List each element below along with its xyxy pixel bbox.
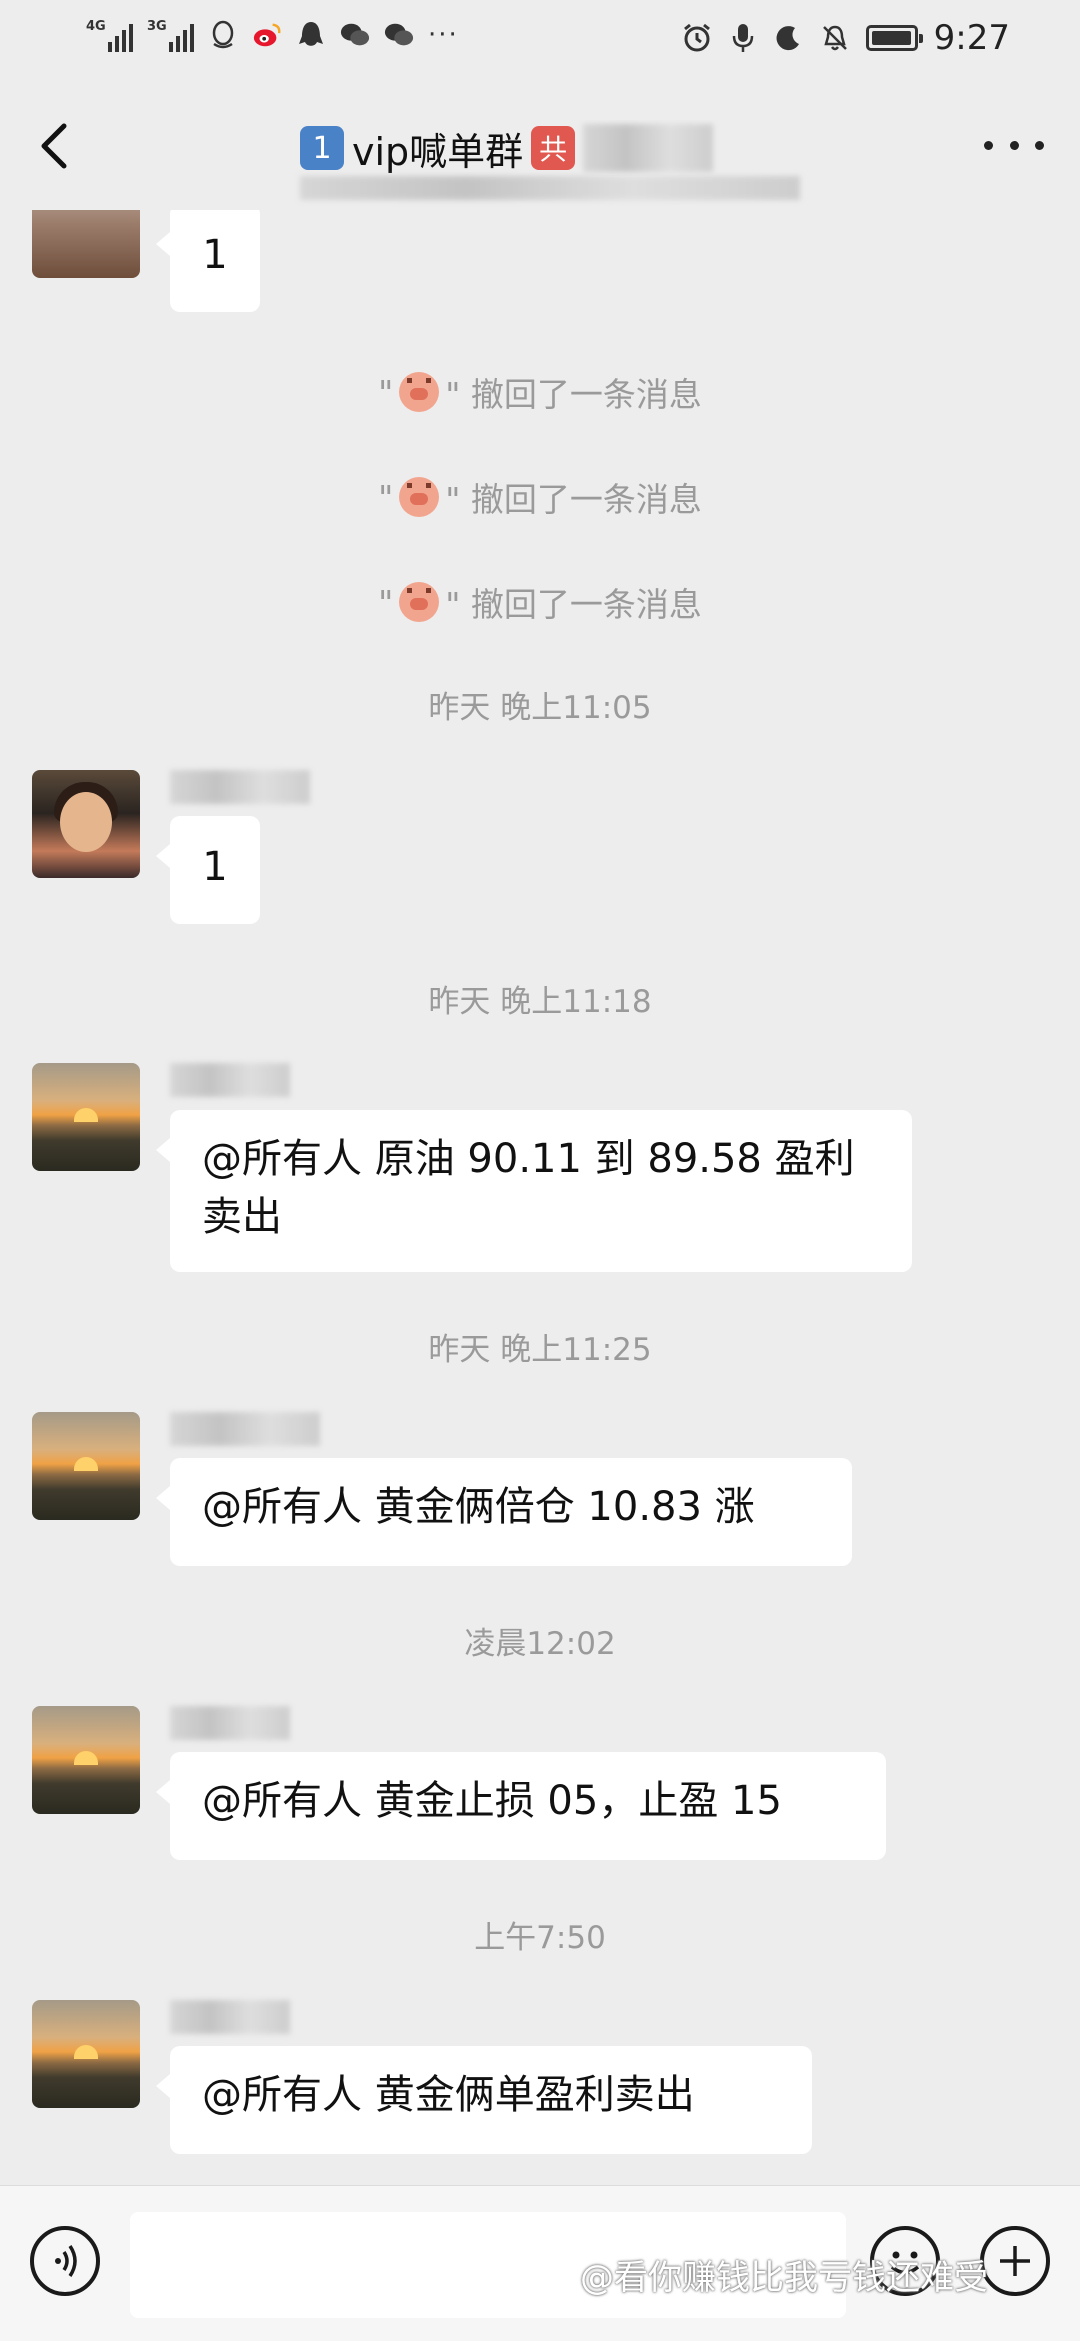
avatar[interactable]: [32, 1063, 140, 1171]
plus-icon: [1000, 2246, 1030, 2276]
network-type-1: 4G: [86, 19, 106, 34]
chat-header: 1 vip喊单群 共: [0, 80, 1080, 210]
more-options-button[interactable]: [984, 130, 1044, 160]
sender-name: [170, 1063, 290, 1097]
sender-name: [170, 2000, 290, 2034]
message-bubble[interactable]: @所有人 黄金止损 05，止盈 15: [156, 1752, 886, 1860]
more-functions-button[interactable]: [980, 2226, 1050, 2296]
group-tag-badge: 共: [531, 126, 576, 170]
message-bubble[interactable]: 1: [156, 210, 260, 312]
signal-icon: 4G: [86, 18, 133, 52]
group-number-badge: 1: [300, 126, 344, 170]
qq-penguin-icon: [296, 20, 326, 50]
battery-icon: [865, 25, 923, 51]
status-bar: 4G 3G ··· 9:27: [0, 0, 1080, 80]
avatar[interactable]: [32, 1412, 140, 1520]
timestamp: 凌晨12:02: [464, 1626, 616, 1662]
timestamp: 昨天 晚上11:18: [428, 984, 652, 1020]
blurred-title-part: [583, 124, 714, 172]
timestamp: 昨天 晚上11:05: [428, 690, 652, 726]
battery-level: [871, 31, 911, 45]
alarm-icon: [682, 23, 712, 53]
recall-notice: " " 撤回了一条消息: [378, 582, 702, 624]
message-bubble[interactable]: 1: [156, 816, 260, 924]
wechat-icon: [340, 20, 370, 50]
message-list[interactable]: 1 " " 撤回了一条消息 " " 撤回了一条消息 " " 撤回了一条消息 昨天 晚上…: [0, 210, 1080, 2185]
voice-icon: [55, 2245, 77, 2277]
status-right-icons: 9:27: [682, 18, 1010, 58]
chevron-left-icon: [41, 123, 67, 169]
chat-title-text: vip喊单群: [352, 129, 524, 174]
weibo-icon: [252, 20, 282, 50]
pig-emoji-icon: [399, 477, 440, 517]
mic-icon: [728, 23, 758, 53]
timestamp: 昨天 晚上11:25: [428, 1332, 652, 1368]
sender-name: [170, 1412, 320, 1446]
avatar[interactable]: [32, 210, 140, 278]
chat-title: 1 vip喊单群 共: [300, 120, 780, 176]
status-time: 9:27: [933, 18, 1010, 58]
pig-emoji-icon: [399, 582, 440, 622]
message-bubble[interactable]: @所有人 原油 90.11 到 89.58 盈利卖出: [156, 1110, 912, 1272]
avatar[interactable]: [32, 770, 140, 878]
voice-input-button[interactable]: [30, 2226, 100, 2296]
moon-icon: [774, 23, 804, 53]
signal-icon: 3G: [147, 18, 194, 52]
avatar[interactable]: [32, 1706, 140, 1814]
status-left-icons: 4G 3G ···: [86, 18, 459, 52]
sender-name: [170, 770, 310, 804]
blurred-title-strip: [300, 176, 800, 200]
back-button[interactable]: [30, 116, 80, 176]
message-bubble[interactable]: @所有人 黄金俩倍仓 10.83 涨: [156, 1458, 852, 1566]
recall-notice: " " 撤回了一条消息: [378, 372, 702, 414]
pig-emoji-icon: [399, 372, 440, 412]
avatar[interactable]: [32, 2000, 140, 2108]
watermark: @看你赚钱比我亏钱还难受: [580, 2258, 988, 2298]
wechat-icon: [384, 20, 414, 50]
mute-icon: [820, 23, 850, 53]
message-bubble[interactable]: @所有人 黄金俩单盈利卖出: [156, 2046, 812, 2154]
sender-name: [170, 1706, 290, 1740]
qq-icon: [208, 20, 238, 50]
network-type-2: 3G: [147, 19, 167, 34]
timestamp: 上午7:50: [474, 1920, 606, 1956]
recall-notice: " " 撤回了一条消息: [378, 477, 702, 519]
more-dots-icon: ···: [428, 20, 459, 50]
